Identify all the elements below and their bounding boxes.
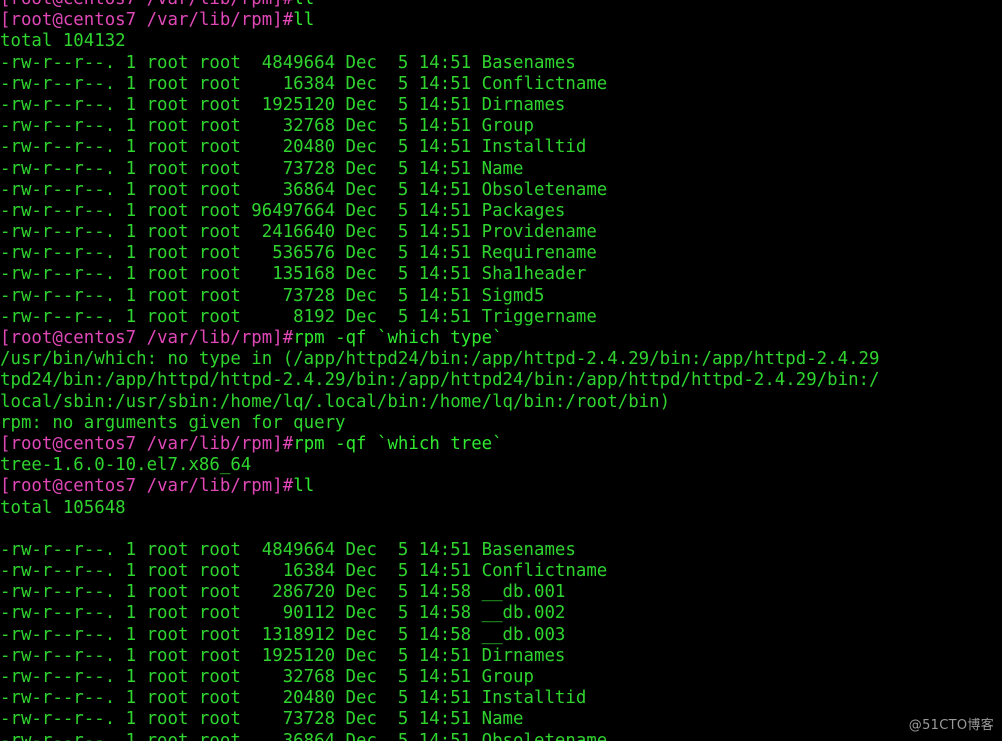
prompt-user-host: [root@centos7 [0, 476, 137, 497]
terminal-output-text: total 104132 [0, 31, 126, 52]
terminal-prompt-line: [root@centos7 /var/lib/rpm]#ll [0, 0, 1002, 10]
terminal-output-text: /usr/bin/which: no type in (/app/httpd24… [0, 349, 880, 370]
terminal-output-text: -rw-r--r--. 1 root root 90112 Dec 5 14:5… [0, 603, 566, 624]
terminal-output-text: -rw-r--r--. 1 root root 135168 Dec 5 14:… [0, 264, 587, 285]
prompt-sigil: # [282, 433, 294, 454]
prompt-sigil: # [282, 328, 294, 348]
terminal-output-line: -rw-r--r--. 1 root root 1925120 Dec 5 14… [0, 95, 1002, 116]
terminal-screen[interactable]: [root@centos7 /var/lib/rpm]#ll[root@cent… [0, 0, 1002, 741]
terminal-output-line: -rw-r--r--. 1 root root 90112 Dec 5 14:5… [0, 603, 1002, 624]
terminal-output-line: -rw-r--r--. 1 root root 32768 Dec 5 14:5… [0, 116, 1002, 137]
prompt-user-host: [root@centos7 [0, 0, 136, 9]
terminal-prompt-line: [root@centos7 /var/lib/rpm]#rpm -qf `whi… [0, 434, 1002, 455]
terminal-output-text: -rw-r--r--. 1 root root 73728 Dec 5 14:5… [0, 285, 545, 306]
terminal-output-line: -rw-r--r--. 1 root root 32768 Dec 5 14:5… [0, 667, 1002, 688]
prompt-user-host: [root@centos7 [0, 328, 137, 348]
prompt-sigil: # [282, 476, 294, 497]
terminal-output-text: -rw-r--r--. 1 root root 16384 Dec 5 14:5… [0, 561, 608, 582]
terminal-output-text: -rw-r--r--. 1 root root 1925120 Dec 5 14… [0, 645, 566, 666]
terminal-output-text: -rw-r--r--. 1 root root 1318912 Dec 5 14… [0, 624, 566, 645]
terminal-output-line: -rw-r--r--. 1 root root 536576 Dec 5 14:… [0, 243, 1002, 264]
prompt-user-host: [root@centos7 [0, 10, 137, 31]
terminal-command: rpm -qf `which type` [293, 328, 503, 348]
terminal-output-line: -rw-r--r--. 1 root root 20480 Dec 5 14:5… [0, 137, 1002, 158]
terminal-output-line: tpd24/bin:/app/httpd/httpd-2.4.29/bin:/a… [0, 370, 1002, 391]
terminal-output-text: -rw-r--r--. 1 root root 536576 Dec 5 14:… [0, 243, 597, 264]
terminal-output-line: -rw-r--r--. 1 root root 20480 Dec 5 14:5… [0, 688, 1002, 709]
terminal-output-text: -rw-r--r--. 1 root root 286720 Dec 5 14:… [0, 582, 566, 603]
terminal-command: ll [293, 10, 315, 31]
terminal-output-text: -rw-r--r--. 1 root root 16384 Dec 5 14:5… [0, 73, 608, 94]
prompt-user-host: [root@centos7 [0, 433, 137, 454]
terminal-output-text: local/sbin:/usr/sbin:/home/lq/.local/bin… [0, 391, 671, 412]
terminal-output-line: -rw-r--r--. 1 root root 8192 Dec 5 14:51… [0, 307, 1002, 328]
terminal-output-line: -rw-r--r--. 1 root root 4849664 Dec 5 14… [0, 53, 1002, 74]
prompt-sigil: # [283, 0, 293, 9]
terminal-output-line: -rw-r--r--. 1 root root 16384 Dec 5 14:5… [0, 74, 1002, 95]
terminal-output-text: -rw-r--r--. 1 root root 20480 Dec 5 14:5… [0, 137, 587, 158]
terminal-output-text: -rw-r--r--. 1 root root 96497664 Dec 5 1… [0, 200, 566, 221]
terminal-output-line: -rw-r--r--. 1 root root 73728 Dec 5 14:5… [0, 709, 1002, 730]
terminal-output-line: -rw-r--r--. 1 root root 36864 Dec 5 14:5… [0, 731, 1002, 741]
terminal-command: ll [293, 0, 314, 9]
prompt-path: /var/lib/rpm] [147, 0, 283, 9]
terminal-output-text: -rw-r--r--. 1 root root 1925120 Dec 5 14… [0, 94, 566, 115]
terminal-output-text: -rw-r--r--. 1 root root 73728 Dec 5 14:5… [0, 158, 524, 179]
terminal-command: ll [293, 476, 315, 497]
terminal-output-line: -rw-r--r--. 1 root root 96497664 Dec 5 1… [0, 201, 1002, 222]
terminal-output-line: -rw-r--r--. 1 root root 135168 Dec 5 14:… [0, 264, 1002, 285]
terminal-output-line: -rw-r--r--. 1 root root 286720 Dec 5 14:… [0, 582, 1002, 603]
terminal-output-line: -rw-r--r--. 1 root root 4849664 Dec 5 14… [0, 540, 1002, 561]
terminal-output-line: /usr/bin/which: no type in (/app/httpd24… [0, 349, 1002, 370]
prompt-path: /var/lib/rpm] [146, 10, 283, 31]
terminal-output-line: tree-1.6.0-10.el7.x86_64 [0, 455, 1002, 476]
terminal-output-line: -rw-r--r--. 1 root root 2416640 Dec 5 14… [0, 222, 1002, 243]
terminal-output-text: -rw-r--r--. 1 root root 32768 Dec 5 14:5… [0, 116, 534, 137]
terminal-output-text: -rw-r--r--. 1 root root 36864 Dec 5 14:5… [0, 730, 608, 741]
terminal-output-line: -rw-r--r--. 1 root root 1925120 Dec 5 14… [0, 646, 1002, 667]
terminal-output-line: total 105648 [0, 498, 1002, 519]
terminal-output-text: -rw-r--r--. 1 root root 4849664 Dec 5 14… [0, 52, 576, 73]
terminal-output-line: -rw-r--r--. 1 root root 16384 Dec 5 14:5… [0, 561, 1002, 582]
terminal-output-line: -rw-r--r--. 1 root root 36864 Dec 5 14:5… [0, 180, 1002, 201]
terminal-output-text: -rw-r--r--. 1 root root 4849664 Dec 5 14… [0, 539, 576, 560]
terminal-output-text: total 105648 [0, 497, 126, 518]
site-watermark: @51CTO博客 [908, 718, 994, 733]
terminal-prompt-line: [root@centos7 /var/lib/rpm]#rpm -qf `whi… [0, 328, 1002, 349]
terminal-output-text: -rw-r--r--. 1 root root 32768 Dec 5 14:5… [0, 667, 534, 687]
terminal-prompt-line: [root@centos7 /var/lib/rpm]#ll [0, 10, 1002, 31]
terminal-output-text: -rw-r--r--. 1 root root 73728 Dec 5 14:5… [0, 709, 524, 730]
prompt-path: /var/lib/rpm] [146, 328, 283, 348]
prompt-path: /var/lib/rpm] [146, 433, 283, 454]
terminal-output-line: total 104132 [0, 31, 1002, 52]
terminal-output-line: -rw-r--r--. 1 root root 1318912 Dec 5 14… [0, 625, 1002, 646]
terminal-output-text: -rw-r--r--. 1 root root 20480 Dec 5 14:5… [0, 688, 587, 709]
terminal-output-text: -rw-r--r--. 1 root root 36864 Dec 5 14:5… [0, 179, 608, 200]
terminal-output-text: -rw-r--r--. 1 root root 8192 Dec 5 14:51… [0, 306, 597, 327]
terminal-prompt-line: [root@centos7 /var/lib/rpm]#ll [0, 476, 1002, 497]
terminal-output-line: rpm: no arguments given for query [0, 413, 1002, 434]
terminal-output-text: tpd24/bin:/app/httpd/httpd-2.4.29/bin:/a… [0, 370, 880, 391]
prompt-path: /var/lib/rpm] [146, 476, 283, 497]
terminal-command: rpm -qf `which tree` [293, 433, 503, 454]
terminal-output-text: rpm: no arguments given for query [0, 412, 346, 433]
prompt-sigil: # [282, 10, 294, 31]
terminal-output-text: tree-1.6.0-10.el7.x86_64 [0, 455, 252, 476]
terminal-output-line: -rw-r--r--. 1 root root 73728 Dec 5 14:5… [0, 286, 1002, 307]
terminal-output-text: -rw-r--r--. 1 root root 2416640 Dec 5 14… [0, 222, 597, 243]
terminal-output-line: local/sbin:/usr/sbin:/home/lq/.local/bin… [0, 392, 1002, 413]
terminal-window[interactable]: [root@centos7 /var/lib/rpm]#ll[root@cent… [0, 0, 1002, 741]
terminal-output-line: -rw-r--r--. 1 root root 73728 Dec 5 14:5… [0, 159, 1002, 180]
